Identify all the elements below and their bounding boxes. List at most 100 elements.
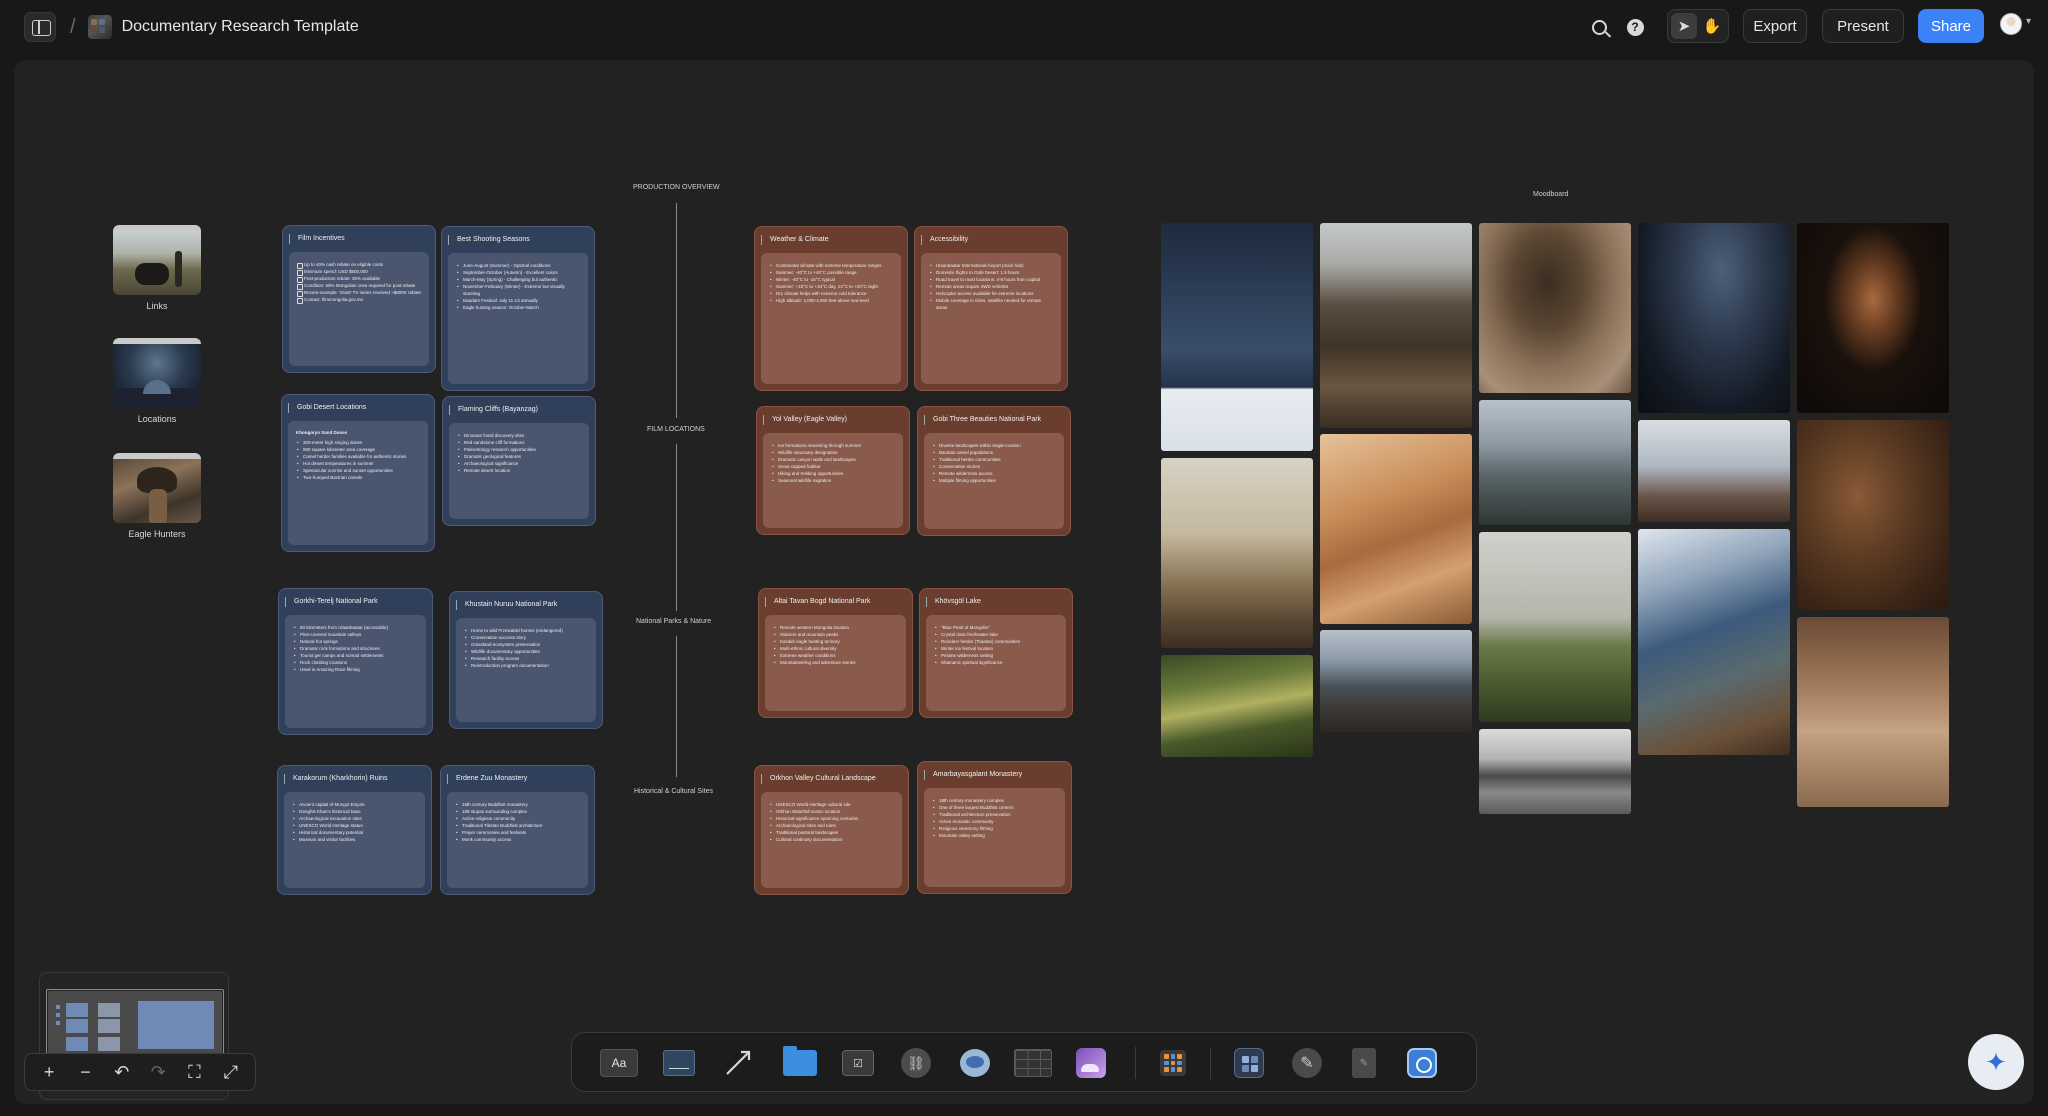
card-khustain-nuruu[interactable]: Khustain Nuruu National Park Home to wil… xyxy=(449,591,603,729)
chevron-down-icon[interactable]: ▾ xyxy=(2026,16,2031,27)
redo-icon[interactable]: ↷ xyxy=(143,1057,173,1087)
list-item: Cultural continuity documentation xyxy=(769,836,894,843)
search-button[interactable] xyxy=(1583,9,1615,45)
moodboard-photo-aerial-terrain[interactable] xyxy=(1797,420,1949,610)
card-altai-tavan-bogd[interactable]: Altai Tavan Bogd National Park Remote we… xyxy=(758,588,913,718)
list-item[interactable]: Minimum spend: USD $500,000 xyxy=(297,268,421,276)
moodboard-photo-snow-valley[interactable] xyxy=(1638,529,1790,755)
moodboard-photo-cloudy-hills[interactable] xyxy=(1638,420,1790,522)
undo-icon[interactable]: ↶ xyxy=(107,1057,137,1087)
moodboard-photo-temple-complex[interactable] xyxy=(1479,729,1631,814)
moodboard-photo-green-valleys[interactable] xyxy=(1161,655,1313,757)
card-yol-valley[interactable]: Yol Valley (Eagle Valley) Ice formations… xyxy=(756,406,910,535)
card-title: Khustain Nuruu National Park xyxy=(456,600,596,610)
card-title: Khövsgöl Lake xyxy=(926,597,1066,607)
folder-links[interactable]: Links xyxy=(113,225,201,311)
list-item[interactable]: Contact: filmmongolia.gov.mn xyxy=(297,296,421,304)
apps-grid-icon xyxy=(1160,1050,1186,1076)
list-item: Research facility access xyxy=(464,655,588,662)
minus-icon[interactable]: − xyxy=(70,1057,100,1087)
plus-icon[interactable]: + xyxy=(34,1057,64,1087)
image-tool[interactable] xyxy=(1070,1046,1112,1080)
card-list: 16th century Buddhist monastery 108 stup… xyxy=(455,801,580,843)
comment-tool[interactable] xyxy=(954,1046,996,1080)
help-button[interactable]: ? xyxy=(1619,9,1651,45)
card-amarbayasgalant[interactable]: Amarbayasgalant Monastery 18th century m… xyxy=(917,761,1072,894)
moodboard-photo-yak-herder[interactable] xyxy=(1479,532,1631,722)
folder-eagle-hunters[interactable]: Eagle Hunters xyxy=(113,453,201,539)
moodboard-photo-doorway[interactable] xyxy=(1797,223,1949,413)
card-khovsgol-lake[interactable]: Khövsgöl Lake "Blue Pearl of Mongolia" C… xyxy=(919,588,1073,718)
list-item[interactable]: Recent example: 'Giant' TV series receiv… xyxy=(297,289,421,297)
list-item: Historical significance spanning centuri… xyxy=(769,815,894,822)
crop-icon[interactable]: ⛶ xyxy=(179,1057,209,1087)
link-tool[interactable]: ⛓ xyxy=(895,1046,937,1080)
select-arrow-icon[interactable]: ➤ xyxy=(1671,13,1697,39)
moodboard-photo-mountain-road[interactable] xyxy=(1320,223,1472,428)
avatar[interactable] xyxy=(2000,13,2022,35)
list-item: Remote desert location xyxy=(457,467,581,474)
moodboard-photo-sand-dunes[interactable] xyxy=(1320,434,1472,624)
card-title: Orkhon Valley Cultural Landscape xyxy=(761,774,902,784)
card-film-incentives[interactable]: Film Incentives Up to 40% cash rebate on… xyxy=(282,225,436,373)
folder-label: Eagle Hunters xyxy=(128,529,186,539)
list-item: Bactrian camel populations xyxy=(932,449,1056,456)
moodboard-photo-two-figures[interactable] xyxy=(1479,400,1631,525)
card-gobi-desert-locations[interactable]: Gobi Desert Locations Khongoryn Sand Dun… xyxy=(281,394,435,552)
list-item: June-August (Summer) - Optimal condition… xyxy=(456,262,580,269)
todo-tool[interactable]: ☑ xyxy=(837,1046,879,1080)
note-tool[interactable] xyxy=(658,1046,700,1080)
template-tool[interactable] xyxy=(1228,1046,1270,1080)
card-flaming-cliffs[interactable]: Flaming Cliffs (Bayanzag) Dinosaur fossi… xyxy=(442,396,596,526)
moodboard-photo-prayer-flags[interactable] xyxy=(1161,458,1313,648)
list-item[interactable]: Condition: 50% Mongolian crew required f… xyxy=(297,282,421,290)
folder-icon xyxy=(783,1046,817,1076)
table-tool[interactable] xyxy=(1012,1046,1054,1080)
card-list: Up to 40% cash rebate on eligible costs … xyxy=(297,261,421,304)
list-item: Seasonal wildlife migration xyxy=(771,477,895,484)
search-icon xyxy=(1591,19,1607,35)
list-item: Ulaanbaatar International Airport (main … xyxy=(929,262,1053,269)
list-item: Dry climate helps with extreme cold tole… xyxy=(769,290,893,297)
fullscreen-icon[interactable]: ⤢ xyxy=(216,1057,246,1087)
hand-icon[interactable]: ✋ xyxy=(1699,13,1725,39)
card-gobi-three-beauties[interactable]: Gobi Three Beauties National Park Divers… xyxy=(917,406,1071,536)
card-weather-climate[interactable]: Weather & Climate Continental climate wi… xyxy=(754,226,908,391)
line-tool[interactable] xyxy=(717,1046,759,1080)
apps-tool[interactable] xyxy=(1152,1046,1194,1080)
card-title: Altai Tavan Bogd National Park xyxy=(765,597,906,607)
moodboard-photo-sheep-herd[interactable] xyxy=(1320,630,1472,732)
list-item[interactable]: Up to 40% cash rebate on eligible costs xyxy=(297,261,421,269)
file-tool[interactable]: ✎ xyxy=(1343,1046,1385,1080)
list-item: Active religious community xyxy=(455,815,580,822)
share-button[interactable]: Share xyxy=(1918,9,1984,43)
moodboard-photo-snow-forest[interactable] xyxy=(1161,223,1313,451)
present-button[interactable]: Present xyxy=(1822,9,1904,43)
board-tool[interactable] xyxy=(779,1046,821,1080)
folder-locations[interactable]: Locations xyxy=(113,338,201,424)
moodboard-photo-milky-way-ger[interactable] xyxy=(1638,223,1790,413)
card-best-shooting-seasons[interactable]: Best Shooting Seasons June-August (Summe… xyxy=(441,226,595,391)
card-orkhon-valley[interactable]: Orkhon Valley Cultural Landscape UNESCO … xyxy=(754,765,909,895)
text-tool[interactable]: Aa xyxy=(598,1046,640,1080)
list-item: March-May (Spring) - Challenging but aut… xyxy=(456,276,580,283)
card-gorkhi-terelj[interactable]: Gorkhi-Terelj National Park 80 kilometer… xyxy=(278,588,433,735)
draw-tool[interactable]: ✎ xyxy=(1286,1046,1328,1080)
table-icon xyxy=(1014,1049,1052,1077)
card-accessibility[interactable]: Accessibility Ulaanbaatar International … xyxy=(914,226,1068,391)
moodboard-photo-eagle-hunter[interactable] xyxy=(1479,223,1631,393)
toolbar-divider xyxy=(1210,1047,1211,1079)
card-erdene-zuu[interactable]: Erdene Zuu Monastery 16th century Buddhi… xyxy=(440,765,595,895)
list-item: Monk community access xyxy=(455,836,580,843)
card-karakorum-ruins[interactable]: Karakorum (Kharkhorin) Ruins Ancient cap… xyxy=(277,765,432,895)
ai-assistant-button[interactable]: ✦ xyxy=(1968,1034,2024,1090)
sketch-tool[interactable] xyxy=(1401,1046,1443,1080)
list-item: Spectacular sunrise and sunset opportuni… xyxy=(296,467,420,474)
card-list: Continental climate with extreme tempera… xyxy=(769,262,893,304)
export-button[interactable]: Export xyxy=(1743,9,1807,43)
list-item[interactable]: Post-production rebate: 30% available xyxy=(297,275,421,283)
moodboard-photo-monastery-alley[interactable] xyxy=(1797,617,1949,807)
card-title: Flaming Cliffs (Bayanzag) xyxy=(449,405,589,415)
zoom-controls: + − ↶ ↷ ⛶ ⤢ xyxy=(24,1053,256,1091)
board-canvas[interactable]: Links Locations Eagle Hunters PRODUCTION… xyxy=(14,60,2034,1104)
